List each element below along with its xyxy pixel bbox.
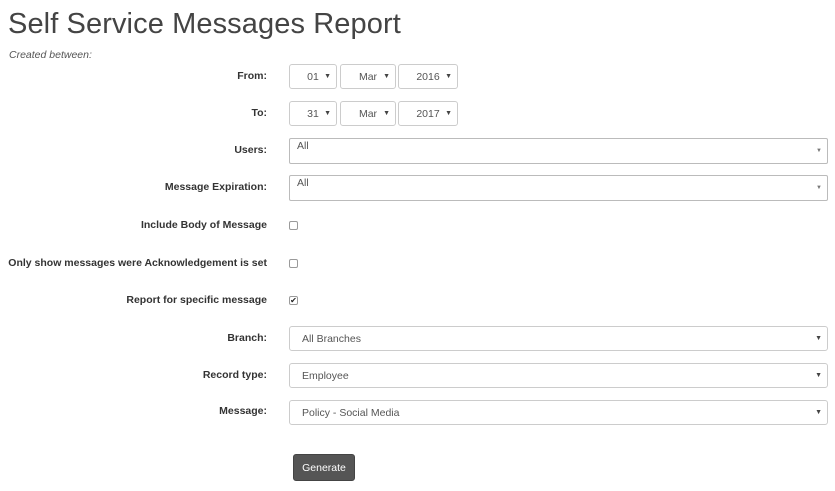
users-value: All <box>297 140 309 152</box>
message-expiration-value: All <box>297 177 309 189</box>
message-value: Policy - Social Media <box>302 406 400 419</box>
chevron-down-icon: ▼ <box>324 73 331 80</box>
include-body-label: Include Body of Message <box>140 219 267 231</box>
generate-button[interactable]: Generate <box>293 454 355 481</box>
chevron-down-icon: ▼ <box>445 73 452 80</box>
specific-message-checkbox[interactable]: ✔ <box>289 296 298 305</box>
from-year-select[interactable]: 2016 ▼ <box>398 64 458 89</box>
checkmark-icon: ✔ <box>290 296 297 305</box>
to-year-select[interactable]: 2017 ▼ <box>398 101 458 126</box>
message-expiration-label: Message Expiration: <box>164 181 267 193</box>
chevron-down-icon: ▼ <box>324 110 331 117</box>
branch-select[interactable]: All Branches ▼ <box>289 326 828 351</box>
record-type-label: Record type: <box>202 369 267 381</box>
record-type-value: Employee <box>302 369 349 382</box>
to-label: To: <box>251 107 267 119</box>
chevron-down-icon: ▼ <box>815 335 822 342</box>
from-day-select[interactable]: 01 ▼ <box>289 64 337 89</box>
message-select[interactable]: Policy - Social Media ▼ <box>289 400 828 425</box>
message-expiration-select[interactable]: All ▼ <box>289 175 828 201</box>
message-label: Message: <box>219 405 267 417</box>
record-type-select[interactable]: Employee ▼ <box>289 363 828 388</box>
branch-value: All Branches <box>302 332 361 345</box>
from-label: From: <box>237 70 267 82</box>
to-month-select[interactable]: Mar ▼ <box>340 101 396 126</box>
branch-label: Branch: <box>227 332 267 344</box>
chevron-down-icon: ▼ <box>816 185 822 191</box>
page-subtitle: Created between: <box>9 49 92 61</box>
specific-message-label: Report for specific message <box>126 294 267 306</box>
only-acknowledged-label: Only show messages were Acknowledgement … <box>8 257 267 269</box>
only-acknowledged-checkbox[interactable] <box>289 259 298 268</box>
page-title: Self Service Messages Report <box>8 8 401 40</box>
users-select[interactable]: All ▼ <box>289 138 828 164</box>
to-day-select[interactable]: 31 ▼ <box>289 101 337 126</box>
from-month-select[interactable]: Mar ▼ <box>340 64 396 89</box>
chevron-down-icon: ▼ <box>815 372 822 379</box>
chevron-down-icon: ▼ <box>816 148 822 154</box>
chevron-down-icon: ▼ <box>383 110 390 117</box>
chevron-down-icon: ▼ <box>383 73 390 80</box>
include-body-checkbox[interactable] <box>289 221 298 230</box>
chevron-down-icon: ▼ <box>815 409 822 416</box>
chevron-down-icon: ▼ <box>445 110 452 117</box>
users-label: Users: <box>234 144 267 156</box>
